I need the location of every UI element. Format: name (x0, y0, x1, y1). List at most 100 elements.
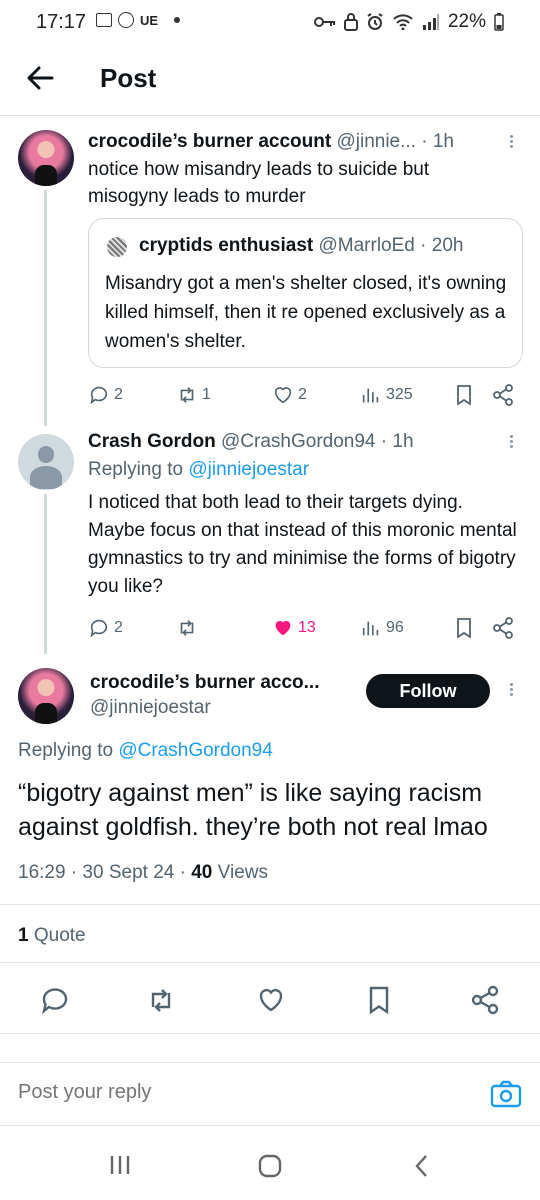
heart-icon[interactable] (256, 985, 286, 1015)
quote-count: 1 (18, 925, 29, 946)
tweet-time: · 1h (421, 131, 454, 152)
heart-icon (274, 387, 292, 404)
back-arrow-icon[interactable] (22, 60, 58, 96)
views-icon (362, 621, 379, 636)
camera-icon[interactable] (490, 1079, 522, 1109)
like-button[interactable]: 2 (272, 384, 307, 406)
status-time: 17:17 (36, 11, 87, 33)
page-title: Post (100, 63, 157, 93)
tweet-header: crocodile’s burner account @jinnie... · … (88, 131, 454, 153)
author-name[interactable]: crocodile’s burner acco... (90, 672, 319, 693)
more-options-icon[interactable] (506, 433, 516, 453)
back-icon[interactable] (412, 1154, 432, 1178)
replying-prefix: Replying to (18, 740, 114, 761)
lock-icon (343, 13, 358, 31)
like-button[interactable]: 13 (272, 617, 316, 639)
quote-author-name: cryptids enthusiast (139, 235, 314, 256)
avatar[interactable] (18, 434, 74, 490)
tweet-text: I noticed that both lead to their target… (88, 492, 517, 597)
like-count: 13 (298, 619, 316, 636)
bookmark-icon[interactable] (454, 384, 474, 406)
author-name[interactable]: Crash Gordon (88, 431, 216, 452)
views-count: 96 (386, 619, 404, 636)
tweet-actions: 2 1 2 325 (88, 380, 528, 410)
post-meta: 16:29 · 30 Sept 24 · 40 Views (18, 862, 268, 884)
post-views-label: Views (217, 862, 268, 883)
key-icon (313, 17, 335, 27)
alarm-icon (367, 13, 383, 30)
signal-icon (422, 14, 439, 30)
avatar[interactable] (18, 130, 74, 186)
repost-button[interactable]: 1 (176, 384, 211, 406)
views-button[interactable]: 325 (360, 384, 413, 406)
replying-to-link[interactable]: @jinniejoestar (188, 459, 309, 480)
reply-button[interactable]: 2 (88, 617, 123, 639)
share-icon[interactable] (470, 985, 500, 1015)
recent-apps-icon[interactable] (108, 1154, 132, 1176)
reply-icon[interactable] (40, 985, 70, 1015)
more-options-icon[interactable] (506, 681, 516, 701)
replying-to-link[interactable]: @CrashGordon94 (118, 740, 272, 761)
quote-text: Misandry got a men's shelter closed, it'… (105, 273, 507, 352)
reply-count: 2 (114, 619, 123, 636)
heart-filled-icon (275, 620, 291, 636)
top-app-bar: Post (0, 46, 540, 116)
reply-icon (90, 386, 108, 405)
views-button[interactable]: 96 (360, 617, 404, 639)
reply-count: 2 (114, 386, 123, 403)
like-count: 2 (298, 386, 307, 403)
reply-button[interactable]: 2 (88, 384, 123, 406)
replying-prefix: Replying to (88, 459, 184, 480)
reply-input[interactable] (18, 1081, 458, 1104)
tweet-text: notice how misandry leads to suicide but… (88, 159, 430, 207)
tweet-time: · 1h (380, 431, 414, 452)
quote-label: Quote (33, 925, 86, 946)
replying-to: Replying to @CrashGordon94 (18, 740, 273, 762)
author-handle[interactable]: @jinniejoestar (90, 697, 211, 718)
system-nav-bar (0, 1134, 540, 1200)
views-count: 325 (386, 386, 413, 403)
reply-bar (0, 1062, 540, 1126)
views-icon (362, 388, 379, 403)
whatsapp-icon (118, 12, 134, 28)
author-handle[interactable]: @CrashGordon94 (221, 431, 375, 452)
post-text: “bigotry against men” is like saying rac… (18, 779, 488, 841)
follow-button[interactable]: Follow (366, 674, 490, 708)
thread-line (44, 190, 47, 426)
quoted-tweet[interactable]: cryptids enthusiast @MarrloEd · 20h Misa… (88, 218, 523, 368)
battery-level: 22% (447, 11, 486, 32)
bookmark-icon[interactable] (454, 617, 474, 639)
more-options-icon[interactable] (506, 133, 516, 153)
author-handle[interactable]: @jinnie... (336, 131, 416, 152)
thread-line (44, 494, 47, 654)
share-icon[interactable] (492, 384, 514, 406)
divider (0, 962, 540, 963)
share-icon[interactable] (492, 617, 514, 639)
bookmark-icon[interactable] (364, 985, 394, 1015)
reply-icon (90, 619, 108, 638)
quote-author-handle: @MarrloEd (318, 235, 415, 256)
home-icon[interactable] (258, 1154, 282, 1178)
repost-button[interactable] (176, 617, 202, 639)
divider (0, 904, 540, 905)
repost-count: 1 (202, 386, 211, 403)
post-timestamp: 16:29 · 30 Sept 24 · (18, 862, 186, 883)
avatar[interactable] (18, 668, 74, 724)
quote-time: · 20h (420, 235, 464, 256)
status-bar: 17:17 UE 22% (0, 0, 540, 46)
repost-icon (180, 620, 194, 636)
gallery-icon (96, 13, 112, 27)
notification-dot-icon (174, 17, 181, 23)
post-views-count: 40 (191, 862, 213, 883)
post-actions (0, 975, 540, 1027)
repost-icon[interactable] (146, 985, 176, 1015)
divider (0, 1033, 540, 1034)
tweet-header: Crash Gordon @CrashGordon94 · 1h (88, 431, 414, 453)
repost-icon (180, 387, 194, 403)
carrier-label: UE (140, 12, 159, 28)
replying-to: Replying to @jinniejoestar (88, 459, 309, 481)
author-name[interactable]: crocodile’s burner account (88, 131, 331, 152)
wifi-icon (393, 14, 413, 30)
battery-icon (494, 13, 504, 31)
quote-count-link[interactable]: 1 Quote (18, 925, 86, 947)
